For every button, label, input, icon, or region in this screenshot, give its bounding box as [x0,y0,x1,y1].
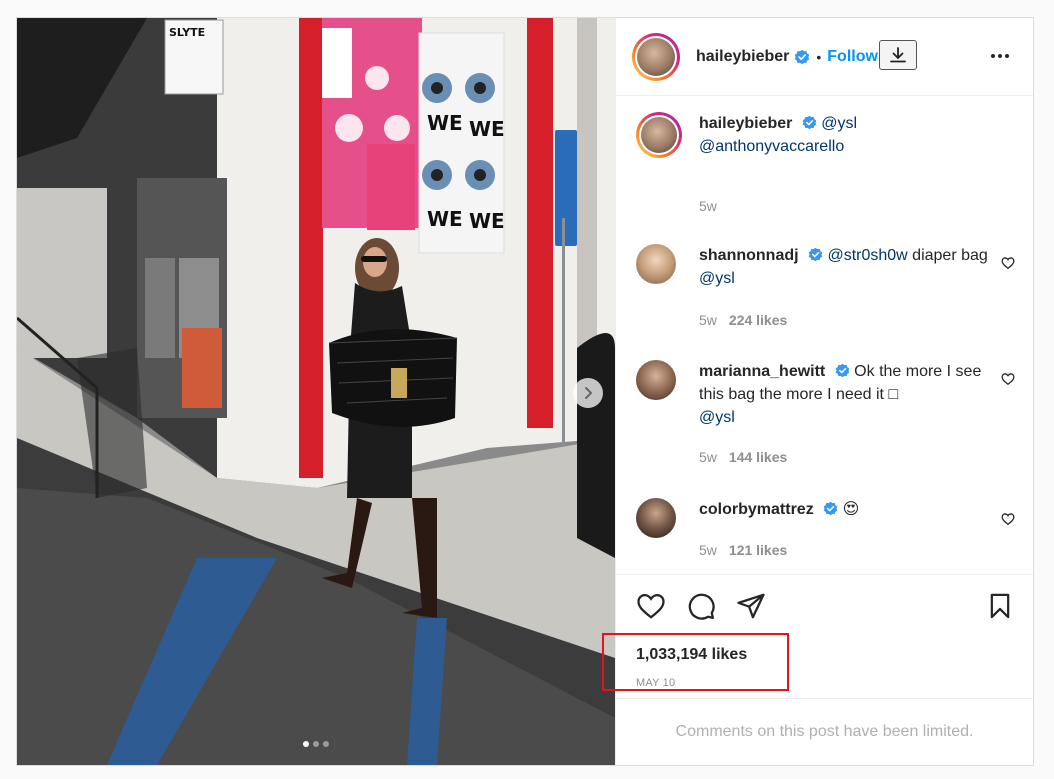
comment-avatar[interactable] [636,498,676,538]
verified-badge-icon [835,363,849,378]
comment-meta: 5w 224 likes [699,312,787,328]
caption-time[interactable]: 5w [699,198,717,214]
caption-username[interactable]: haileybieber [699,115,792,132]
poster-word-2: WE [469,117,505,141]
carousel-dot [303,741,309,747]
comment-like-heart-icon[interactable] [1001,372,1015,386]
more-options-icon[interactable] [991,54,1009,58]
share-icon[interactable] [736,591,766,621]
caption-mention-link[interactable]: @ysl [821,115,857,132]
carousel-dot [323,741,329,747]
comment-text: marianna_hewitt Ok the more I see this b… [699,360,989,429]
poster-word: WE [427,111,463,135]
follow-button[interactable]: Follow [827,48,878,66]
comment-username[interactable]: colorbymattrez [699,501,814,518]
post-photo[interactable]: WE WE WE WE SLYTE [17,18,615,765]
download-icon [890,47,906,63]
comment-emoji: 😍 [842,501,860,518]
comment-mention-link[interactable]: @ysl [699,409,735,426]
caption-text: haileybieber @ysl @anthonyvaccarello [699,112,989,158]
caption-mention-link[interactable]: @anthonyvaccarello [699,138,844,155]
verified-badge-icon [823,501,838,516]
post-card: WE WE WE WE SLYTE haileybieber • Follow … [16,17,1034,766]
verified-badge-icon [795,49,810,64]
header-bullet: • [816,48,822,65]
highlight-box [602,633,789,691]
poster-word-4: WE [469,209,505,233]
comment-text: shannonnadj @str0sh0w diaper bag @ysl [699,244,989,290]
action-bar [616,574,1033,635]
header-username[interactable]: haileybieber [696,48,789,66]
comment-meta: 5w 144 likes [699,449,787,465]
comment-like-heart-icon[interactable] [1001,256,1015,270]
comment-icon[interactable] [686,591,716,621]
comment-avatar[interactable] [636,360,676,400]
comment-username[interactable]: shannonnadj [699,247,799,264]
poster-word-3: WE [427,207,463,231]
carousel-dot [313,741,319,747]
comment-avatar[interactable] [636,244,676,284]
comment-like-count[interactable]: 121 likes [729,542,787,558]
carousel-dots [17,741,615,747]
comment-like-count[interactable]: 224 likes [729,312,787,328]
heart-icon[interactable] [636,591,666,621]
comment-mention-link[interactable]: @ysl [699,270,735,287]
comment-text: colorbymattrez 😍 [699,498,989,521]
comment-like-count[interactable]: 144 likes [729,449,787,465]
caption-avatar[interactable] [636,112,682,158]
carousel-next-button[interactable] [573,378,603,408]
verified-badge-icon [802,115,817,130]
comment-meta: 5w 121 likes [699,542,787,558]
comments-limited-notice: Comments on this post have been limited. [616,698,1033,765]
bookmark-icon[interactable] [986,591,1014,621]
story-ring[interactable] [632,32,680,81]
comment-time[interactable]: 5w [699,449,717,465]
emoji-placeholder: □ [888,386,899,403]
chevron-right-icon [585,387,592,399]
avatar[interactable] [637,37,675,76]
post-header: haileybieber • Follow [616,18,1033,96]
comment-username[interactable]: marianna_hewitt [699,363,825,380]
comment-mention-link[interactable]: @str0sh0w [827,247,907,264]
download-button[interactable] [879,40,917,70]
photo-illustration: WE WE WE WE SLYTE [17,18,615,765]
comment-like-heart-icon[interactable] [1001,512,1015,526]
comment-time[interactable]: 5w [699,312,717,328]
comments-list[interactable]: haileybieber @ysl @anthonyvaccarello 5w … [616,96,1033,574]
comment-time[interactable]: 5w [699,542,717,558]
verified-badge-icon [808,247,823,262]
comment-body: diaper bag [907,247,988,264]
store-sign-text: SLYTE [169,26,205,39]
